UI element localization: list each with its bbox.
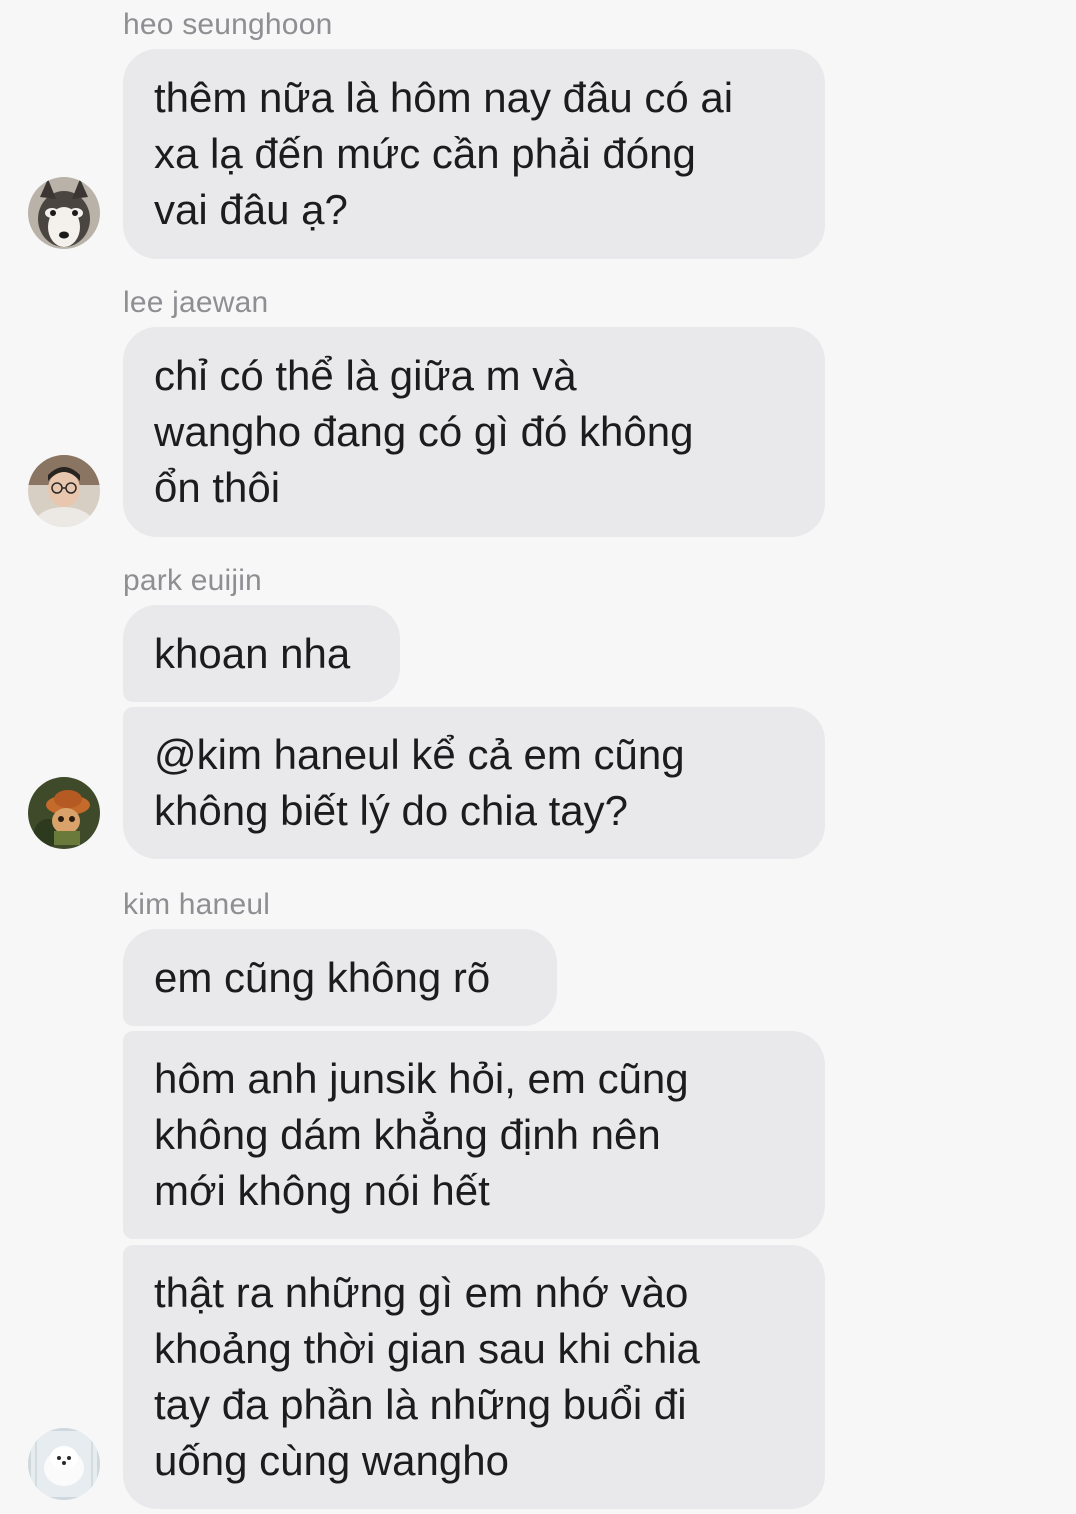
boy-with-glasses-avatar[interactable]	[28, 455, 100, 527]
message-bubble[interactable]: chỉ có thể là giữa m và wangho đang có g…	[123, 327, 825, 537]
sender-name: heo seunghoon	[123, 8, 333, 41]
sender-name: kim haneul	[123, 888, 271, 921]
sender-name: park euijin	[123, 564, 262, 597]
message-bubble[interactable]: khoan nha	[123, 605, 400, 702]
message-bubble[interactable]: thật ra những gì em nhớ vào khoảng thời …	[123, 1245, 825, 1509]
message-bubble[interactable]: thêm nữa là hôm nay đâu có ai xa lạ đến …	[123, 49, 825, 259]
sender-name: lee jaewan	[123, 286, 269, 319]
message-bubble[interactable]: hôm anh junsik hỏi, em cũng không dám kh…	[123, 1031, 825, 1239]
white-puppy-avatar[interactable]	[28, 1428, 100, 1500]
husky-dog-avatar[interactable]	[28, 177, 100, 249]
teemo-avatar[interactable]	[28, 777, 100, 849]
message-bubble[interactable]: @kim haneul kể cả em cũng không biết lý …	[123, 707, 825, 859]
message-bubble[interactable]: em cũng không rõ	[123, 929, 557, 1026]
